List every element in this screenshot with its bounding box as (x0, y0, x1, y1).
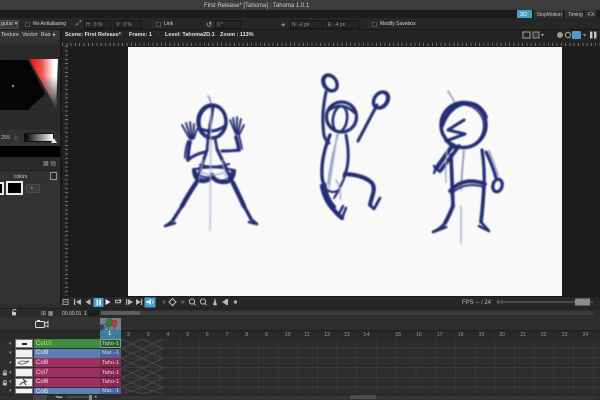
svg-text:FPS -- / 24: FPS -- / 24 (462, 300, 492, 306)
